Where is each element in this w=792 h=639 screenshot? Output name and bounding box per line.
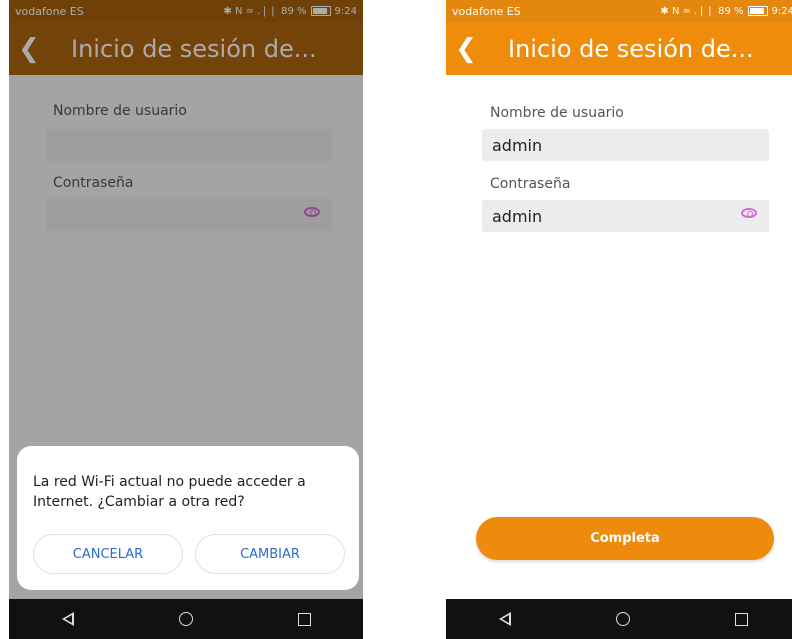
eye-icon[interactable] — [741, 208, 757, 218]
switch-button[interactable]: CAMBIAR — [195, 534, 345, 574]
nav-back-icon[interactable] — [498, 612, 511, 626]
nav-recent-icon[interactable] — [297, 612, 311, 626]
clock: 9:24 — [771, 5, 792, 17]
nav-back-icon[interactable] — [61, 612, 74, 626]
username-label: Nombre de usuario — [490, 105, 624, 121]
nav-home-icon[interactable] — [615, 612, 630, 626]
system-nav-bar — [9, 599, 363, 639]
password-input[interactable]: admin — [482, 200, 769, 232]
status-bar: vodafone ES ✱ N ≃ .❘❘ 89 % 9:24 — [446, 0, 792, 22]
password-label: Contraseña — [490, 176, 571, 192]
phone-screen-left: vodafone ES ✱ N ≃ .❘❘ 89 % 9:24 ❮ Inicio… — [9, 0, 363, 639]
cancel-button[interactable]: CANCELAR — [33, 534, 183, 574]
nav-home-icon[interactable] — [178, 612, 193, 626]
dialog-message: La red Wi-Fi actual no puede acceder a I… — [33, 474, 306, 510]
status-icons: ✱ N ≃ .❘❘ — [660, 5, 715, 17]
app-bar: ❮ Inicio de sesión de... — [446, 22, 792, 75]
battery-icon — [747, 6, 768, 16]
wifi-dialog: La red Wi-Fi actual no puede acceder a I… — [17, 446, 359, 590]
page-title: Inicio de sesión de... — [508, 34, 754, 63]
carrier-name: vodafone ES — [452, 4, 521, 18]
chevron-left-icon: ❮ — [455, 33, 477, 64]
username-input[interactable]: admin — [482, 129, 769, 161]
complete-button[interactable]: Completa — [476, 517, 774, 560]
system-nav-bar — [446, 599, 792, 639]
battery-percent: 89 % — [718, 5, 744, 17]
phone-screen-right: vodafone ES ✱ N ≃ .❘❘ 89 % 9:24 ❮ Inicio… — [446, 0, 792, 639]
nav-recent-icon[interactable] — [734, 612, 748, 626]
password-value: admin — [492, 206, 543, 226]
back-button[interactable]: ❮ — [446, 22, 486, 75]
